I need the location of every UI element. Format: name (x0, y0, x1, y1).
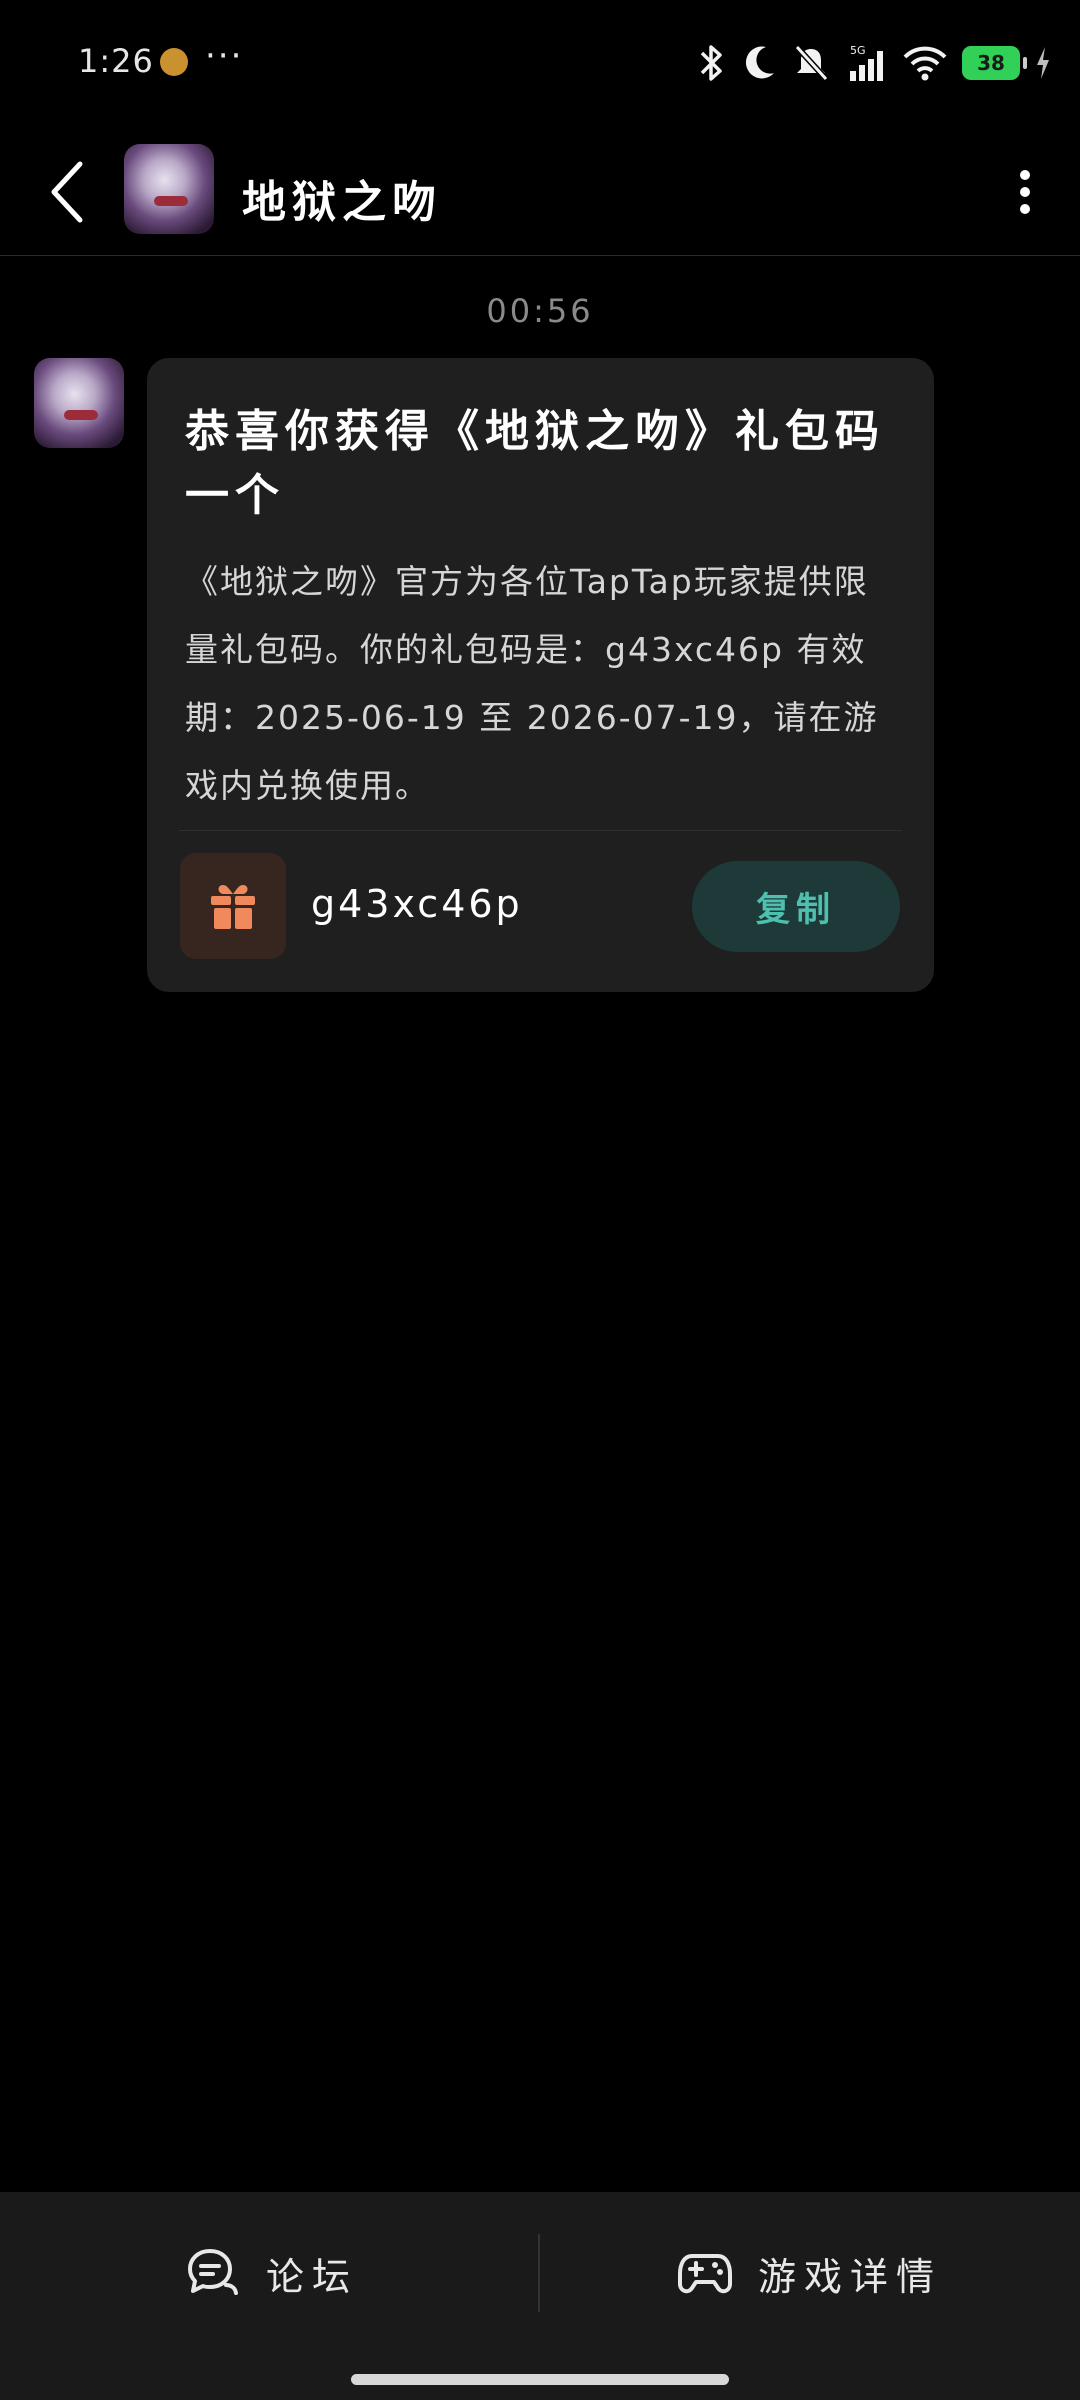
status-time: 1:26 (78, 42, 154, 80)
notification-app-icon (160, 48, 188, 76)
message-timestamp: 00:56 (486, 292, 594, 330)
battery-indicator: 38 (962, 46, 1027, 80)
signal-icon: 5G (850, 44, 883, 81)
game-details-button[interactable]: 游戏详情 (678, 2240, 942, 2306)
sender-avatar[interactable] (34, 358, 124, 448)
chevron-left-icon (51, 161, 83, 223)
more-options-button[interactable] (1000, 152, 1050, 232)
forum-button[interactable]: 论坛 (186, 2240, 358, 2306)
chat-title: 地狱之吻 (242, 177, 442, 228)
vertical-ellipsis-icon (1020, 170, 1030, 214)
bottom-bar-divider (538, 2234, 540, 2312)
copy-button[interactable]: 复制 (692, 861, 900, 952)
game-details-label: 游戏详情 (758, 2254, 943, 2299)
mute-icon (794, 44, 829, 82)
wifi-icon (903, 46, 947, 81)
gamepad-icon (678, 2254, 732, 2294)
gift-message-card: 恭喜你获得《地狱之吻》礼包码一个 《地狱之吻》官方为各位TapTap玩家提供限量… (147, 358, 934, 992)
status-bar: 1:26 ··· 5G 38 (0, 0, 1080, 130)
home-indicator[interactable] (351, 2374, 729, 2385)
forum-icon (188, 2249, 238, 2295)
status-icons: 5G 38 (696, 38, 1052, 88)
bluetooth-icon (700, 45, 722, 81)
moon-icon (745, 46, 774, 79)
back-button[interactable] (38, 152, 98, 232)
game-avatar[interactable] (124, 144, 214, 234)
message-title: 恭喜你获得《地狱之吻》礼包码一个 (185, 406, 885, 521)
network-type-label: 5G (850, 44, 866, 57)
charging-icon (1037, 47, 1049, 79)
gift-icon (211, 885, 255, 929)
bottom-action-bar: 论坛 游戏详情 (0, 2192, 1080, 2400)
chat-header: 地狱之吻 (0, 130, 1080, 256)
gift-code: g43xc46p (311, 882, 523, 926)
forum-label: 论坛 (266, 2254, 359, 2299)
message-body: 《地狱之吻》官方为各位TapTap玩家提供限量礼包码。你的礼包码是：g43xc4… (185, 562, 879, 805)
card-divider (179, 830, 902, 831)
more-notifications-icon: ··· (205, 36, 244, 76)
gift-icon-box (180, 853, 286, 959)
